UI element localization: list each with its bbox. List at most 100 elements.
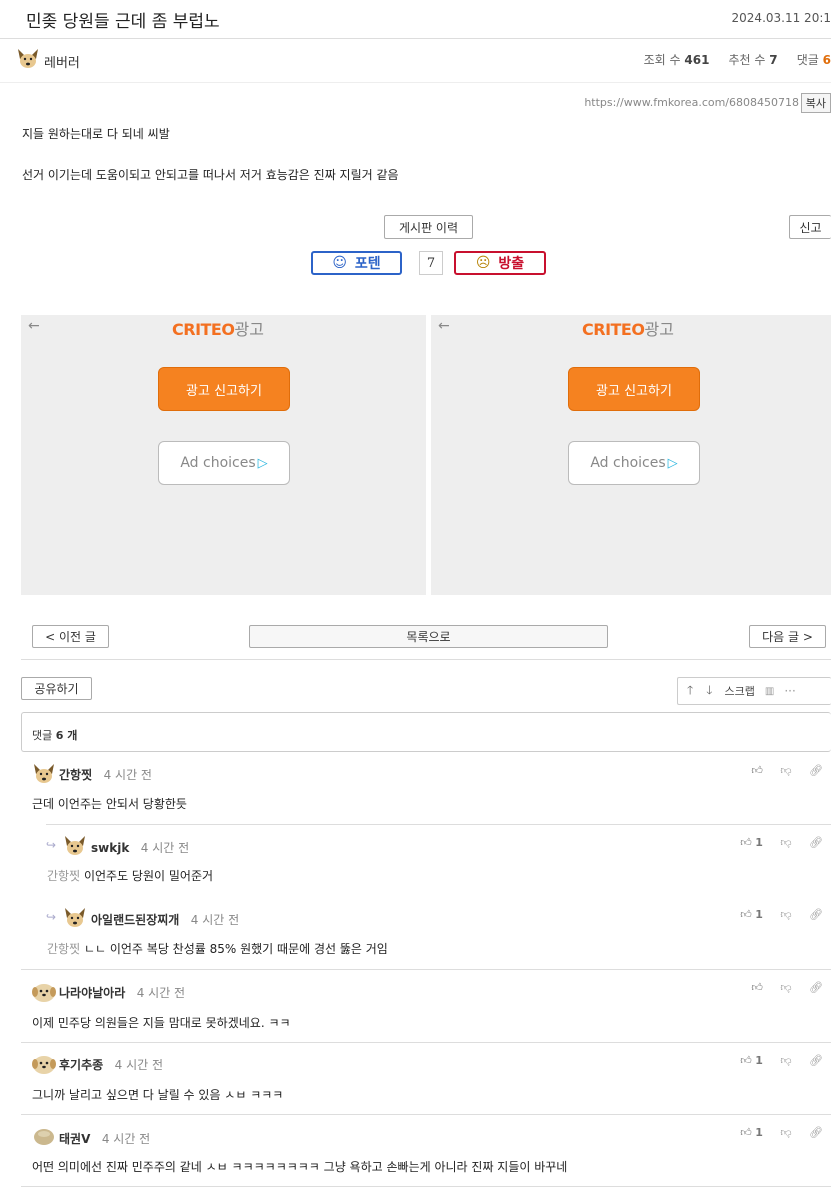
comment-author[interactable]: 나라야날아라 — [59, 986, 125, 1000]
author-avatar[interactable] — [16, 47, 40, 74]
comment-author[interactable]: 후기추종 — [59, 1058, 103, 1072]
comment-time: 4 시간 전 — [101, 1132, 151, 1146]
link-icon[interactable]: 🔗︎ — [809, 1054, 823, 1067]
link-icon[interactable]: 🔗︎ — [809, 1126, 823, 1139]
comment-time: 4 시간 전 — [190, 913, 240, 927]
scrap-button[interactable]: 스크랩 — [725, 683, 755, 699]
comment-text: 이제 민주당 의원들은 지들 맘대로 못하겠네요. ㅋㅋ — [32, 1016, 291, 1030]
upvote-label: 포텐 — [354, 256, 381, 272]
ad-brand: CRITEO광고 — [582, 320, 674, 339]
thumbs-up-icon[interactable]: 👍︎ — [740, 1054, 752, 1067]
link-icon[interactable]: 🔗︎ — [809, 764, 823, 777]
comment-item: 간항찟 4 시간 전 👍︎ 👎︎ 🔗︎ 근데 이언주는 안되서 당황한듯 — [21, 752, 831, 824]
share-button[interactable]: 공유하기 — [21, 677, 92, 700]
scroll-down-icon[interactable]: 🡓 — [706, 681, 712, 702]
divider — [21, 1186, 831, 1187]
link-icon[interactable]: 🔗︎ — [809, 908, 823, 921]
thumbs-down-icon[interactable]: 👎︎ — [780, 981, 791, 994]
comment-text: 그니까 날리고 싶으면 다 날릴 수 있음 ㅅㅂ ㅋㅋㅋ — [32, 1088, 284, 1102]
comment-time: 4 시간 전 — [136, 986, 186, 1000]
comment-author[interactable]: 간항찟 — [59, 768, 92, 782]
reply-arrow-icon: ↪ — [46, 838, 57, 852]
recommend-count: 7 — [769, 53, 778, 67]
stone-avatar-icon — [34, 1129, 54, 1145]
post-title: 민좆 당원들 근데 좀 부럽노 — [26, 12, 220, 32]
comment-actions: 👍︎ 1 👎︎ 🔗︎ — [740, 1126, 823, 1139]
dog-avatar-icon — [34, 764, 54, 783]
downvote-face-icon: ☹ — [475, 255, 491, 271]
dog-avatar-icon — [65, 908, 85, 927]
comment-author[interactable]: swkjk — [91, 841, 129, 855]
thumbs-down-icon[interactable]: 👎︎ — [780, 836, 791, 849]
comment-actions: 👍︎ 👎︎ 🔗︎ — [751, 764, 823, 777]
report-button[interactable]: 신고 — [789, 215, 831, 239]
ad-panel-1: ← CRITEO광고 광고 신고하기 Ad choices ▷ — [21, 315, 426, 595]
scroll-up-icon[interactable]: 🡑 — [687, 681, 693, 702]
dog-avatar-icon — [65, 836, 85, 855]
puppy-avatar-icon — [32, 1056, 56, 1074]
comment-author[interactable]: 아일랜드된장찌개 — [91, 913, 179, 927]
comment-item: 나라야날아라 4 시간 전 👍︎ 👎︎ 🔗︎ 이제 민주당 의원들은 지들 맘대… — [21, 969, 831, 1041]
board-history-button[interactable]: 게시판 이력 — [384, 215, 473, 239]
post-url[interactable]: https://www.fmkorea.com/6808450718 — [584, 96, 799, 109]
recommend-label: 추천 수 — [728, 53, 766, 67]
thumbs-up-icon[interactable]: 👍︎ — [740, 1126, 752, 1139]
comments-header-label: 댓글 — [32, 729, 53, 742]
reply-target[interactable]: 간항찟 — [47, 942, 80, 956]
ad-choices-icon: ▷ — [667, 455, 678, 471]
comment-author[interactable]: 태권V — [59, 1132, 90, 1146]
more-icon[interactable]: ··· — [784, 684, 795, 698]
comment-time: 4 시간 전 — [140, 841, 190, 855]
thumbs-down-icon[interactable]: 👎︎ — [780, 1054, 791, 1067]
thumbs-up-icon[interactable]: 👍︎ — [751, 981, 763, 994]
comment-reply-item: ↪ swkjk 4 시간 전 👍︎ 1 👎︎ 🔗︎ 간항찟 이언주도 당원이 밀… — [21, 824, 831, 896]
reply-arrow-icon: ↪ — [46, 910, 57, 924]
reply-target[interactable]: 간항찟 — [47, 869, 80, 883]
ad-brand: CRITEO광고 — [172, 320, 264, 339]
downvote-label: 방출 — [498, 256, 525, 272]
comment-time: 4 시간 전 — [114, 1058, 164, 1072]
criteo-logo: CRITEO — [582, 320, 645, 339]
comment-actions: 👍︎ 👎︎ 🔗︎ — [751, 981, 823, 994]
link-icon[interactable]: 🔗︎ — [809, 836, 823, 849]
comment-text: 근데 이언주는 안되서 당황한듯 — [32, 797, 187, 811]
puppy-avatar-icon — [32, 984, 56, 1002]
ad-back-arrow-icon[interactable]: ← — [438, 318, 450, 334]
ad-report-button[interactable]: 광고 신고하기 — [568, 367, 700, 411]
thumbs-down-icon[interactable]: 👎︎ — [780, 908, 791, 921]
post-line-1: 지들 원하는대로 다 되네 씨발 — [22, 127, 170, 141]
comment-reply-item: ↪ 아일랜드된장찌개 4 시간 전 👍︎ 1 👎︎ 🔗︎ 간항찟 ㄴㄴ 이언주 … — [21, 896, 831, 968]
ad-panel-2: ← CRITEO광고 광고 신고하기 Ad choices ▷ — [431, 315, 831, 595]
post-tools: 🡑 🡓 스크랩 ▥ ··· — [677, 677, 831, 705]
stats-icon[interactable]: ▥ — [765, 686, 774, 697]
downvote-button[interactable]: ☹ 방출 — [454, 251, 546, 275]
ad-report-button[interactable]: 광고 신고하기 — [158, 367, 290, 411]
upvote-face-icon: ☺ — [332, 255, 347, 271]
ad-choices-button[interactable]: Ad choices ▷ — [568, 441, 700, 485]
comment-text: 어떤 의미에선 진짜 민주주의 같네 ㅅㅂ ㅋㅋㅋㅋㅋㅋㅋㅋ 그냥 욕하고 손빠… — [32, 1160, 568, 1174]
thumbs-up-icon[interactable]: 👍︎ — [740, 908, 752, 921]
thumbs-down-icon[interactable]: 👎︎ — [780, 764, 791, 777]
upvote-button[interactable]: ☺ 포텐 — [311, 251, 402, 275]
copy-url-button[interactable]: 복사 — [800, 93, 831, 113]
author-name[interactable]: 레버러 — [44, 52, 80, 71]
comment-actions: 👍︎ 1 👎︎ 🔗︎ — [740, 836, 823, 849]
vote-count: 7 — [419, 251, 443, 275]
next-post-button[interactable]: 다음 글 > — [749, 625, 826, 648]
comment-text: 간항찟 ㄴㄴ 이언주 복당 찬성률 85% 원했기 때문에 경선 뚫은 거임 — [47, 942, 388, 956]
dog-avatar-icon — [18, 49, 38, 68]
thumbs-up-icon[interactable]: 👍︎ — [740, 836, 752, 849]
thumbs-down-icon[interactable]: 👎︎ — [780, 1126, 791, 1139]
thumbs-up-icon[interactable]: 👍︎ — [751, 764, 763, 777]
prev-post-button[interactable]: < 이전 글 — [32, 625, 109, 648]
ad-choices-icon: ▷ — [257, 455, 268, 471]
comment-item: 후기추종 4 시간 전 👍︎ 1 👎︎ 🔗︎ 그니까 날리고 싶으면 다 날릴 … — [21, 1042, 831, 1114]
link-icon[interactable]: 🔗︎ — [809, 981, 823, 994]
comments-header: 댓글 6 개 — [21, 712, 831, 752]
ad-choices-button[interactable]: Ad choices ▷ — [158, 441, 290, 485]
post-line-2: 선거 이기는데 도움이되고 안되고를 떠나서 저거 효능감은 진짜 지릴거 같음 — [22, 168, 399, 182]
post-date: 2024.03.11 20:1 — [731, 11, 831, 25]
ad-back-arrow-icon[interactable]: ← — [28, 318, 40, 334]
criteo-logo: CRITEO — [172, 320, 235, 339]
list-button[interactable]: 목록으로 — [249, 625, 608, 648]
